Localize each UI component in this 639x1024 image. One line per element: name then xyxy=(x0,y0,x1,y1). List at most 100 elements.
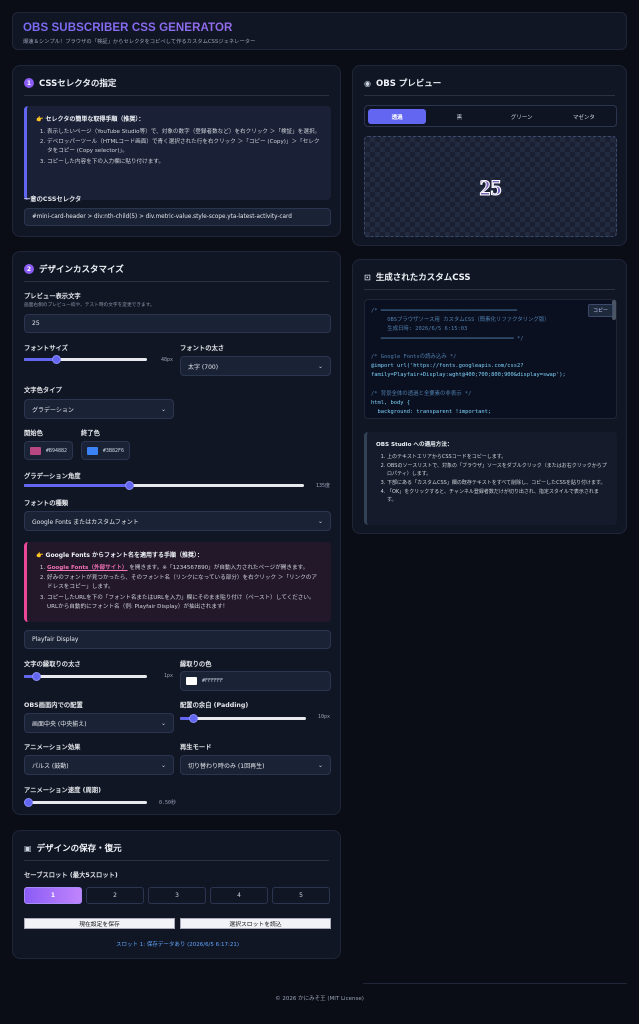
selector-field-label: 一意のCSSセレクタ xyxy=(24,196,82,203)
css-code-textarea[interactable]: /* ━━━━━━━━━━━━━━━━━━━━━━━━━━━━━━━━━━━━━… xyxy=(364,299,617,419)
save-icon: ▣ xyxy=(24,843,32,853)
playback-select[interactable]: 切り替わり時のみ (1回再生) ⌄ xyxy=(180,755,331,775)
list-item: 好みのフォントが見つかったら、そのフォント名（リンクになっている部分）を右クリッ… xyxy=(47,574,322,592)
stroke-color-hex: #FFFFFF xyxy=(202,678,224,684)
selector-input[interactable]: #mini-card-header > div:nth-child(5) > d… xyxy=(24,208,331,226)
footer-text: © 2026 かにみそ王 (MIT License) xyxy=(275,996,364,1002)
font-weight-value: 太字 (700) xyxy=(188,363,219,371)
playback-value: 切り替わり時のみ (1回再生) xyxy=(188,762,265,770)
start-color-hex: #B94882 xyxy=(45,447,67,454)
load-slot-button[interactable]: 選択スロットを読込 xyxy=(180,918,331,929)
font-name-input[interactable]: Playfair Display xyxy=(24,630,331,649)
color-type-value: グラデーション xyxy=(32,406,74,414)
preview-title-text: OBS プレビュー xyxy=(375,79,442,89)
animation-value: パルス (鼓動) xyxy=(32,762,69,770)
padding-value: 10px xyxy=(318,714,331,720)
selector-guide-list: 表示したいページ（YouTube Studio等）で、対象の数字（登録者数など）… xyxy=(36,128,322,167)
chevron-down-icon: ⌄ xyxy=(160,719,166,727)
align-value: 画面中央 (中央揃え) xyxy=(32,720,87,728)
font-size-slider[interactable] xyxy=(24,355,147,364)
code-line: html, body { xyxy=(371,399,410,406)
speed-slider[interactable] xyxy=(23,798,147,807)
list-item: コピーした内容を下の入力欄に貼り付けます。 xyxy=(47,158,322,167)
preview-canvas: 25 xyxy=(364,136,617,237)
list-item: デベロッパーツール（HTMLコード画面）で青く選択された行を右クリック ＞「コピ… xyxy=(47,138,322,156)
save-slot-1[interactable]: 1 xyxy=(24,887,82,904)
animation-select[interactable]: パルス (鼓動) ⌄ xyxy=(24,755,174,775)
app-header: OBS SUBSCRIBER CSS GENERATOR 爆速＆シンプル！ブラウ… xyxy=(12,12,627,50)
code-line: /* 背景全体の透過と全要素の非表示 */ xyxy=(371,390,472,397)
slider-thumb[interactable] xyxy=(188,714,198,723)
font-weight-select[interactable]: 太字 (700) ⌄ xyxy=(180,356,331,376)
code-line: 生成日時: 2026/6/5 6:15:03 xyxy=(371,326,468,333)
slider-thumb[interactable] xyxy=(51,355,61,364)
save-settings-button[interactable]: 現在設定を保存 xyxy=(24,918,175,929)
chevron-down-icon: ⌄ xyxy=(317,761,323,769)
slider-fill xyxy=(24,484,129,487)
preview-card-title: ◉ OBS プレビュー xyxy=(364,77,442,90)
save-slot-3[interactable]: 3 xyxy=(148,887,206,904)
font-kind-value: Google Fonts またはカスタムフォント xyxy=(32,518,139,526)
padding-slider[interactable] xyxy=(180,714,306,723)
chevron-down-icon: ⌄ xyxy=(160,761,166,769)
font-size-label: フォントサイズ xyxy=(24,345,68,352)
list-item: 「OK」をクリックすると、チャンネル登録者数だけが切り出され、指定スタイルで表示… xyxy=(387,488,608,504)
divider xyxy=(24,95,329,96)
font-kind-select[interactable]: Google Fonts またはカスタムフォント ⌄ xyxy=(24,511,331,531)
footer-divider xyxy=(363,983,627,984)
color-type-select[interactable]: グラデーション ⌄ xyxy=(24,399,174,419)
slider-thumb[interactable] xyxy=(32,672,42,681)
tab-green[interactable]: グリーン xyxy=(493,109,551,124)
list-item: コピーしたURLを下の「フォント名またはURLを入力」欄にそのまま貼り付け（ペー… xyxy=(47,594,322,612)
start-color-picker[interactable]: #B94882 xyxy=(24,441,73,460)
selector-title-text: CSSセレクタの指定 xyxy=(39,79,117,89)
slider-thumb[interactable] xyxy=(23,798,33,807)
save-slot-5[interactable]: 5 xyxy=(272,887,330,904)
obs-usage-box: OBS Studio への適用方法： 上のテキストエリアからCSSコードをコピー… xyxy=(364,432,617,525)
color-chip xyxy=(186,677,197,685)
selector-card: 1 CSSセレクタの指定 👉 セレクタの簡単な取得手順（推奨）： 表示したいペー… xyxy=(12,65,341,237)
align-select[interactable]: 画面中央 (中央揃え) ⌄ xyxy=(24,713,174,733)
end-color-hex: #3B82F6 xyxy=(102,447,124,454)
chevron-down-icon: ⌄ xyxy=(317,362,323,370)
google-fonts-link[interactable]: Google Fonts（外部サイト） xyxy=(47,565,128,571)
gradient-angle-slider[interactable] xyxy=(24,481,304,490)
save-card: ▣ デザインの保存・復元 セーブスロット (最大5スロット) 1 2 3 4 5… xyxy=(12,830,341,959)
tab-black[interactable]: 黒 xyxy=(430,109,488,124)
tab-transparent[interactable]: 透過 xyxy=(368,109,427,124)
preview-text-input[interactable]: 25 xyxy=(24,314,331,333)
eye-icon: ◉ xyxy=(364,78,371,88)
color-chip xyxy=(87,446,98,455)
code-line: /* Google Fontsの読み込み */ xyxy=(371,353,457,360)
font-size-value: 48px xyxy=(161,357,174,363)
divider xyxy=(24,281,329,282)
stroke-color-picker[interactable]: #FFFFFF xyxy=(180,671,331,691)
color-chip xyxy=(30,446,41,455)
divider xyxy=(364,289,615,290)
css-card: ⊡ 生成されたカスタムCSS /* ━━━━━━━━━━━━━━━━━━━━━━… xyxy=(352,259,627,534)
css-card-title: ⊡ 生成されたカスタムCSS xyxy=(364,271,470,284)
step-text: を開きます。※「1234567890」が自動入力されたページが開きます。 xyxy=(127,565,309,571)
gradient-angle-value: 135度 xyxy=(316,483,331,489)
save-slot-2[interactable]: 2 xyxy=(86,887,144,904)
preview-number: 25 xyxy=(365,175,616,201)
stroke-width-label: 文字の縁取りの太さ xyxy=(24,661,81,668)
padding-label: 配置の余白 (Padding) xyxy=(180,702,249,709)
obs-usage-heading: OBS Studio への適用方法： xyxy=(376,442,453,448)
slider-thumb[interactable] xyxy=(125,481,134,490)
stroke-width-slider[interactable] xyxy=(24,672,147,681)
save-slot-4[interactable]: 4 xyxy=(210,887,268,904)
tab-magenta[interactable]: マゼンタ xyxy=(555,109,613,124)
selector-guide-box: 👉 セレクタの簡単な取得手順（推奨）： 表示したいページ（YouTube Stu… xyxy=(24,106,331,200)
code-line: @import url('https://fonts.googleapis.co… xyxy=(371,363,524,370)
end-color-picker[interactable]: #3B82F6 xyxy=(81,441,130,460)
list-item: 下部にある「カスタムCSS」欄の既存テキストをすべて削除し、コピーしたCSSを貼… xyxy=(387,479,608,487)
color-type-label: 文字色タイプ xyxy=(24,387,62,394)
code-line: /* ━━━━━━━━━━━━━━━━━━━━━━━━━━━━━━━━━━━━━… xyxy=(371,308,518,314)
list-item: 表示したいページ（YouTube Studio等）で、対象の数字（登録者数など）… xyxy=(47,128,322,137)
speed-label: アニメーション速度 (周期) xyxy=(24,787,101,794)
font-weight-label: フォントの太さ xyxy=(180,345,225,352)
copy-button[interactable]: コピー xyxy=(588,304,614,317)
animation-label: アニメーション効果 xyxy=(24,744,81,751)
save-title-text: デザインの保存・復元 xyxy=(36,844,122,854)
